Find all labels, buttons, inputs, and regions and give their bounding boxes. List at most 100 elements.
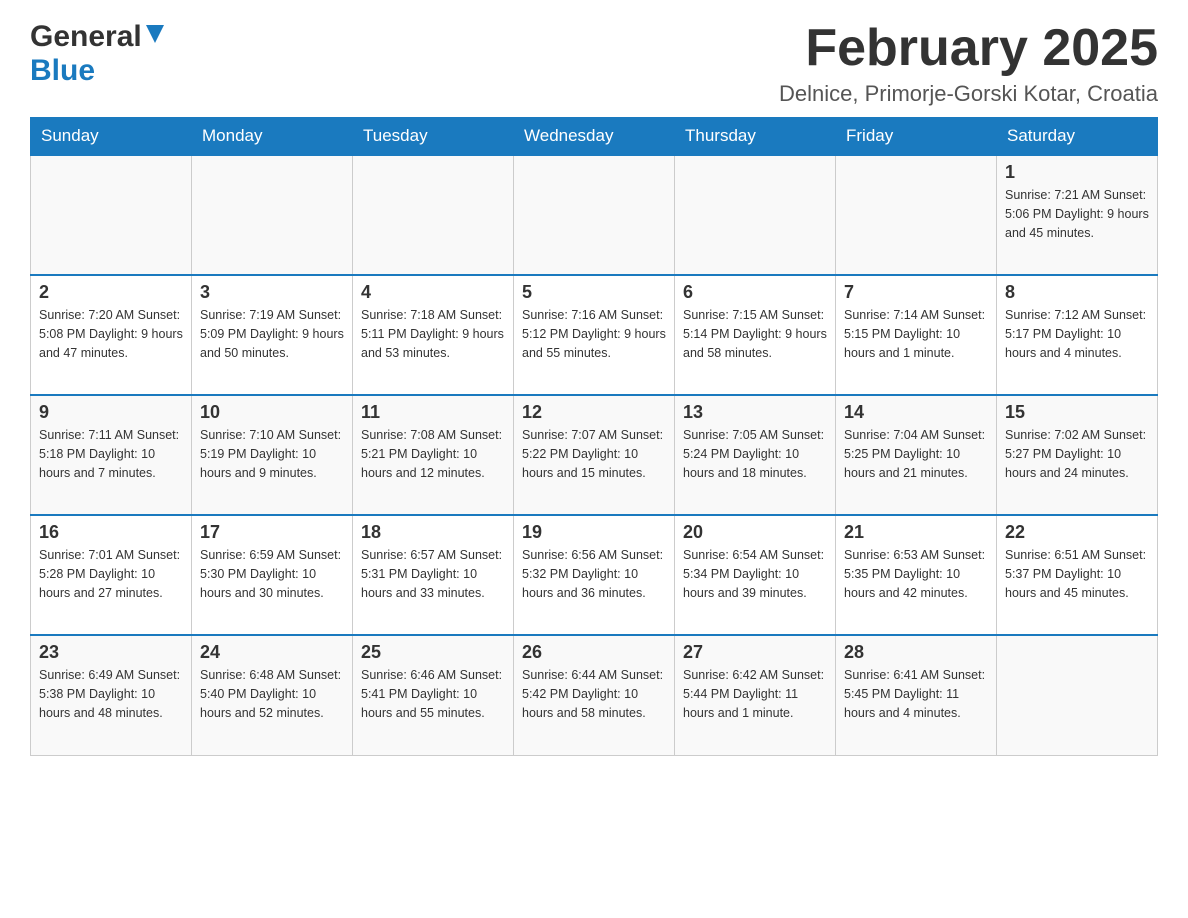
calendar-day-7: 7 Sunrise: 7:14 AM Sunset: 5:15 PM Daylig…: [836, 275, 997, 395]
day-info: Sunrise: 7:12 AM Sunset: 5:17 PM Dayligh…: [1005, 306, 1149, 362]
day-number: 16: [39, 522, 183, 543]
calendar-day-6: 6 Sunrise: 7:15 AM Sunset: 5:14 PM Daylig…: [675, 275, 836, 395]
day-number: 4: [361, 282, 505, 303]
day-info: Sunrise: 7:15 AM Sunset: 5:14 PM Dayligh…: [683, 306, 827, 362]
day-info: Sunrise: 6:46 AM Sunset: 5:41 PM Dayligh…: [361, 666, 505, 722]
logo: General Blue: [30, 20, 164, 88]
calendar-empty-cell: [997, 635, 1158, 755]
day-number: 24: [200, 642, 344, 663]
day-number: 2: [39, 282, 183, 303]
weekday-header-tuesday: Tuesday: [353, 118, 514, 156]
day-info: Sunrise: 6:44 AM Sunset: 5:42 PM Dayligh…: [522, 666, 666, 722]
weekday-header-friday: Friday: [836, 118, 997, 156]
day-number: 13: [683, 402, 827, 423]
day-info: Sunrise: 7:20 AM Sunset: 5:08 PM Dayligh…: [39, 306, 183, 362]
weekday-header-monday: Monday: [192, 118, 353, 156]
day-number: 26: [522, 642, 666, 663]
day-info: Sunrise: 6:54 AM Sunset: 5:34 PM Dayligh…: [683, 546, 827, 602]
day-info: Sunrise: 6:41 AM Sunset: 5:45 PM Dayligh…: [844, 666, 988, 722]
calendar-day-3: 3 Sunrise: 7:19 AM Sunset: 5:09 PM Daylig…: [192, 275, 353, 395]
day-info: Sunrise: 7:14 AM Sunset: 5:15 PM Dayligh…: [844, 306, 988, 362]
day-info: Sunrise: 6:42 AM Sunset: 5:44 PM Dayligh…: [683, 666, 827, 722]
day-number: 17: [200, 522, 344, 543]
calendar-day-22: 22 Sunrise: 6:51 AM Sunset: 5:37 PM Dayli…: [997, 515, 1158, 635]
calendar-day-15: 15 Sunrise: 7:02 AM Sunset: 5:27 PM Dayli…: [997, 395, 1158, 515]
day-number: 21: [844, 522, 988, 543]
weekday-header-sunday: Sunday: [31, 118, 192, 156]
calendar-day-24: 24 Sunrise: 6:48 AM Sunset: 5:40 PM Dayli…: [192, 635, 353, 755]
day-info: Sunrise: 7:04 AM Sunset: 5:25 PM Dayligh…: [844, 426, 988, 482]
calendar-empty-cell: [353, 155, 514, 275]
day-number: 5: [522, 282, 666, 303]
day-info: Sunrise: 7:07 AM Sunset: 5:22 PM Dayligh…: [522, 426, 666, 482]
calendar-day-16: 16 Sunrise: 7:01 AM Sunset: 5:28 PM Dayli…: [31, 515, 192, 635]
day-number: 20: [683, 522, 827, 543]
day-number: 8: [1005, 282, 1149, 303]
day-info: Sunrise: 6:59 AM Sunset: 5:30 PM Dayligh…: [200, 546, 344, 602]
day-info: Sunrise: 7:19 AM Sunset: 5:09 PM Dayligh…: [200, 306, 344, 362]
weekday-header-saturday: Saturday: [997, 118, 1158, 156]
weekday-header-thursday: Thursday: [675, 118, 836, 156]
day-number: 22: [1005, 522, 1149, 543]
calendar-empty-cell: [31, 155, 192, 275]
day-number: 27: [683, 642, 827, 663]
calendar-day-21: 21 Sunrise: 6:53 AM Sunset: 5:35 PM Dayli…: [836, 515, 997, 635]
calendar-day-19: 19Sunrise: 6:56 AM Sunset: 5:32 PM Dayli…: [514, 515, 675, 635]
day-info: Sunrise: 7:05 AM Sunset: 5:24 PM Dayligh…: [683, 426, 827, 482]
calendar-day-13: 13 Sunrise: 7:05 AM Sunset: 5:24 PM Dayli…: [675, 395, 836, 515]
page-header: General Blue February 2025 Delnice, Prim…: [30, 20, 1158, 107]
day-number: 9: [39, 402, 183, 423]
calendar-day-5: 5 Sunrise: 7:16 AM Sunset: 5:12 PM Daylig…: [514, 275, 675, 395]
day-number: 25: [361, 642, 505, 663]
calendar-day-4: 4Sunrise: 7:18 AM Sunset: 5:11 PM Daylig…: [353, 275, 514, 395]
day-info: Sunrise: 6:48 AM Sunset: 5:40 PM Dayligh…: [200, 666, 344, 722]
calendar-day-20: 20 Sunrise: 6:54 AM Sunset: 5:34 PM Dayli…: [675, 515, 836, 635]
calendar-day-17: 17 Sunrise: 6:59 AM Sunset: 5:30 PM Dayli…: [192, 515, 353, 635]
day-number: 1: [1005, 162, 1149, 183]
day-info: Sunrise: 6:49 AM Sunset: 5:38 PM Dayligh…: [39, 666, 183, 722]
calendar-header-row: SundayMondayTuesdayWednesdayThursdayFrid…: [31, 118, 1158, 156]
weekday-header-wednesday: Wednesday: [514, 118, 675, 156]
calendar-day-28: 28 Sunrise: 6:41 AM Sunset: 5:45 PM Dayli…: [836, 635, 997, 755]
day-number: 7: [844, 282, 988, 303]
calendar-week-row: 16 Sunrise: 7:01 AM Sunset: 5:28 PM Dayli…: [31, 515, 1158, 635]
calendar-day-9: 9 Sunrise: 7:11 AM Sunset: 5:18 PM Daylig…: [31, 395, 192, 515]
calendar-day-8: 8 Sunrise: 7:12 AM Sunset: 5:17 PM Daylig…: [997, 275, 1158, 395]
day-info: Sunrise: 6:51 AM Sunset: 5:37 PM Dayligh…: [1005, 546, 1149, 602]
calendar-week-row: 2 Sunrise: 7:20 AM Sunset: 5:08 PM Daylig…: [31, 275, 1158, 395]
day-info: Sunrise: 7:16 AM Sunset: 5:12 PM Dayligh…: [522, 306, 666, 362]
calendar-week-row: 9 Sunrise: 7:11 AM Sunset: 5:18 PM Daylig…: [31, 395, 1158, 515]
day-number: 12: [522, 402, 666, 423]
day-info: Sunrise: 7:10 AM Sunset: 5:19 PM Dayligh…: [200, 426, 344, 482]
day-number: 3: [200, 282, 344, 303]
day-info: Sunrise: 7:02 AM Sunset: 5:27 PM Dayligh…: [1005, 426, 1149, 482]
calendar-empty-cell: [192, 155, 353, 275]
calendar-day-26: 26 Sunrise: 6:44 AM Sunset: 5:42 PM Dayli…: [514, 635, 675, 755]
calendar-table: SundayMondayTuesdayWednesdayThursdayFrid…: [30, 117, 1158, 756]
day-number: 18: [361, 522, 505, 543]
day-number: 6: [683, 282, 827, 303]
day-info: Sunrise: 6:53 AM Sunset: 5:35 PM Dayligh…: [844, 546, 988, 602]
day-number: 10: [200, 402, 344, 423]
calendar-day-18: 18Sunrise: 6:57 AM Sunset: 5:31 PM Dayli…: [353, 515, 514, 635]
logo-blue-text: Blue: [30, 54, 95, 87]
month-title: February 2025: [779, 20, 1158, 77]
day-number: 14: [844, 402, 988, 423]
calendar-empty-cell: [836, 155, 997, 275]
day-info: Sunrise: 7:11 AM Sunset: 5:18 PM Dayligh…: [39, 426, 183, 482]
day-info: Sunrise: 7:01 AM Sunset: 5:28 PM Dayligh…: [39, 546, 183, 602]
calendar-day-2: 2 Sunrise: 7:20 AM Sunset: 5:08 PM Daylig…: [31, 275, 192, 395]
calendar-day-23: 23 Sunrise: 6:49 AM Sunset: 5:38 PM Dayli…: [31, 635, 192, 755]
day-info: Sunrise: 7:21 AM Sunset: 5:06 PM Dayligh…: [1005, 186, 1149, 242]
day-number: 23: [39, 642, 183, 663]
day-number: 15: [1005, 402, 1149, 423]
day-number: 28: [844, 642, 988, 663]
calendar-day-11: 11Sunrise: 7:08 AM Sunset: 5:21 PM Dayli…: [353, 395, 514, 515]
calendar-day-14: 14 Sunrise: 7:04 AM Sunset: 5:25 PM Dayli…: [836, 395, 997, 515]
calendar-empty-cell: [514, 155, 675, 275]
calendar-day-12: 12 Sunrise: 7:07 AM Sunset: 5:22 PM Dayli…: [514, 395, 675, 515]
calendar-week-row: 1 Sunrise: 7:21 AM Sunset: 5:06 PM Daylig…: [31, 155, 1158, 275]
day-number: 11: [361, 402, 505, 423]
calendar-week-row: 23 Sunrise: 6:49 AM Sunset: 5:38 PM Dayli…: [31, 635, 1158, 755]
calendar-day-1: 1 Sunrise: 7:21 AM Sunset: 5:06 PM Daylig…: [997, 155, 1158, 275]
